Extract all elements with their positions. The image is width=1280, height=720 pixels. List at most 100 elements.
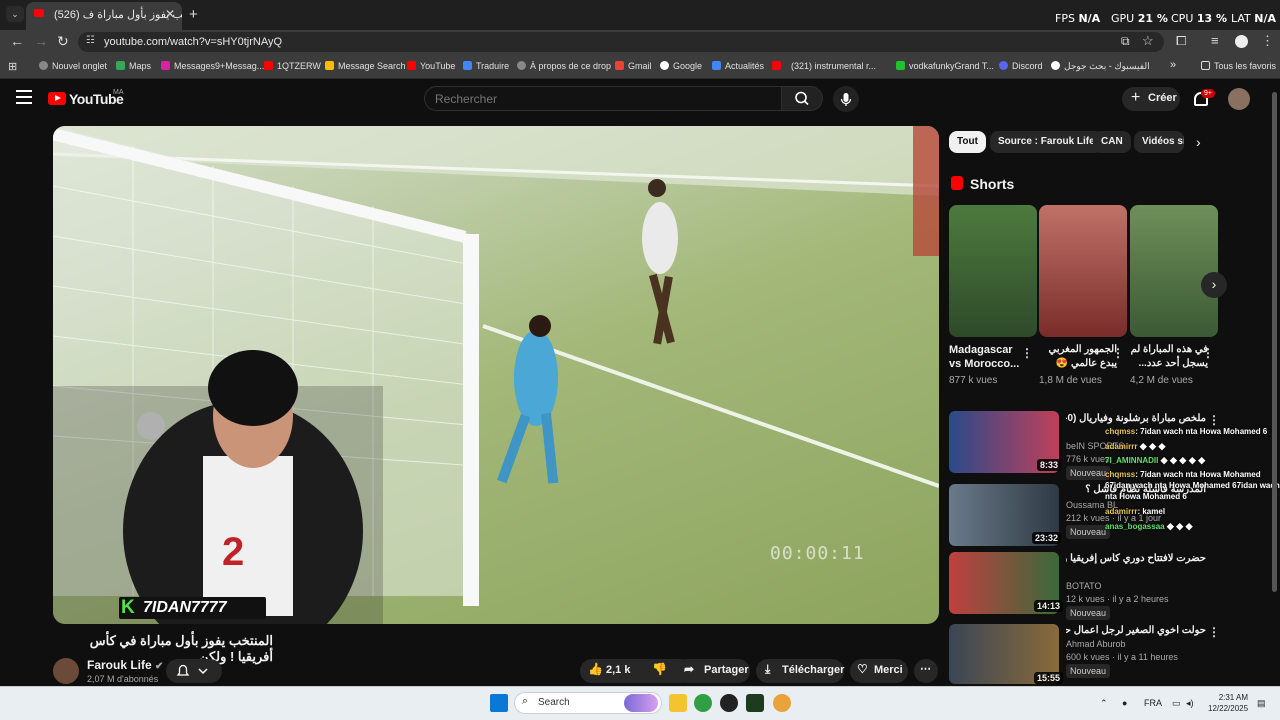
more-actions-button[interactable]: ⋯	[914, 659, 938, 683]
volume-icon[interactable]: ◂)	[1186, 698, 1194, 709]
page-scrollbar[interactable]	[1272, 92, 1277, 592]
thumbs-down-icon[interactable]: 👎	[652, 662, 667, 676]
bookmark-1qtzerw[interactable]: 1QTZERW	[264, 61, 321, 71]
bookmark-traduire[interactable]: Traduire	[463, 61, 509, 71]
bookmark-facebook-search[interactable]: الفيسبوك - بحث جوجل	[1051, 61, 1150, 72]
chip-similar[interactable]: Vidéos si	[1134, 131, 1184, 153]
bookmarks-more-icon[interactable]: »	[1170, 59, 1176, 71]
bookmark-instrumental[interactable]: (321) instrumental r...	[772, 61, 876, 71]
forward-icon[interactable]: →	[34, 33, 48, 49]
subscription-bell-button[interactable]	[166, 659, 222, 683]
download-button[interactable]: ⤓ Télécharger	[756, 659, 844, 683]
chat-user: 7I_AMINNADII	[1105, 456, 1159, 465]
system-clock[interactable]: 2:31 AM 12/22/2025	[1208, 692, 1248, 714]
language-indicator[interactable]: FRA	[1144, 698, 1162, 708]
chat-user: anas_bogassaa	[1105, 522, 1165, 531]
bookmark-message-search[interactable]: Message Search	[325, 61, 406, 71]
streaming-app-icon[interactable]	[746, 694, 764, 712]
youtube-logo-icon[interactable]	[48, 92, 66, 105]
guide-menu-icon[interactable]	[16, 90, 32, 104]
short-views: 4,2 M de vues	[1130, 375, 1193, 386]
short-menu-icon[interactable]: ⋮	[1202, 346, 1214, 360]
obs-icon[interactable]	[720, 694, 738, 712]
back-icon[interactable]: ←	[10, 33, 24, 49]
voice-search-button[interactable]	[833, 86, 859, 112]
new-tab-button[interactable]: +	[189, 6, 198, 23]
related-video-title[interactable]: حضرت لافتتاح دوري كأس إفريقيا وتفاجئت مع…	[1066, 553, 1206, 564]
related-video-title[interactable]: حولت اخوي الصغير لرجل اعمال حقيقي	[1066, 625, 1206, 636]
tab-search-button[interactable]: ⌄	[6, 6, 24, 22]
reload-icon[interactable]: ↻	[57, 33, 69, 50]
bookmark-label: YouTube	[420, 61, 456, 71]
chat-message: 7I_AMINNADII ◆ ◆ ◆ ◆ ◆	[1105, 455, 1205, 466]
site-info-icon[interactable]: ☷	[86, 35, 95, 46]
windows-start-icon[interactable]	[490, 694, 508, 712]
channel-avatar[interactable]	[53, 658, 79, 684]
perf-fps: FPS N/A	[1055, 12, 1100, 25]
bookmark-apropos[interactable]: À propos de ce drop	[517, 61, 611, 71]
url-text[interactable]: youtube.com/watch?v=sHY0tjrNAyQ	[104, 36, 282, 48]
install-icon[interactable]: ⧉	[1121, 34, 1130, 49]
profile-icon[interactable]	[1235, 35, 1248, 48]
chat-emote-icon: ◆ ◆ ◆ ◆ ◆	[1160, 455, 1206, 465]
chip-all[interactable]: Tout	[949, 131, 986, 153]
channel-name[interactable]: Farouk Life ✔	[87, 658, 163, 672]
shorts-next-button[interactable]: ›	[1201, 272, 1227, 298]
bookmark-new-tab[interactable]: Nouvel onglet	[39, 61, 107, 71]
short-menu-icon[interactable]: ⋮	[1021, 346, 1033, 360]
chrome-window-icon[interactable]	[773, 694, 791, 712]
network-icon[interactable]: ▭	[1172, 698, 1181, 709]
bookmark-google[interactable]: Google	[660, 61, 702, 71]
related-channel[interactable]: Ahmad Aburob	[1066, 639, 1126, 649]
notifications-icon[interactable]: ▤	[1257, 698, 1266, 709]
bookmark-messages[interactable]: Messages9+Messag...	[161, 61, 264, 71]
short-thumbnail[interactable]	[949, 205, 1037, 337]
bookmark-maps[interactable]: Maps	[116, 61, 151, 71]
short-menu-icon[interactable]: ⋮	[1112, 346, 1124, 360]
short-thumbnail[interactable]	[1130, 205, 1218, 337]
related-menu-icon[interactable]: ⋮	[1208, 413, 1220, 427]
account-avatar[interactable]	[1228, 88, 1250, 110]
channel-name-text: Farouk Life	[87, 658, 152, 672]
microphone-icon	[840, 93, 852, 106]
browser-menu-icon[interactable]: ⋮	[1261, 33, 1274, 49]
bookmark-star-icon[interactable]: ☆	[1142, 33, 1154, 49]
related-video-title[interactable]: ملخص مباراة برشلونة وفياريال (0-2) | الج…	[1066, 413, 1206, 424]
youtube-favicon-icon	[34, 9, 44, 17]
bookmark-actualites[interactable]: Actualités	[712, 61, 764, 71]
chat-user: chqmss	[1105, 470, 1136, 479]
short-title[interactable]: Madagascar vs Morocco...	[949, 343, 1027, 371]
fps-value: N/A	[1078, 12, 1101, 25]
bookmark-label: (321) instrumental r...	[791, 61, 877, 71]
show-hidden-icons[interactable]: ⌃	[1100, 698, 1108, 709]
media-control-icon[interactable]: ≡	[1211, 33, 1219, 48]
search-highlight-icon[interactable]	[624, 694, 658, 712]
microphone-tray-icon[interactable]: ●	[1122, 698, 1127, 708]
related-menu-icon[interactable]: ⋮	[1208, 625, 1220, 639]
share-button[interactable]: ➦ Partager	[676, 659, 750, 683]
chip-can[interactable]: CAN	[1093, 131, 1131, 153]
gpu-value: 21 %	[1137, 12, 1168, 25]
bookmark-vodkafunky[interactable]: vodkafunkyGrand T...	[896, 61, 994, 71]
apps-grid-icon[interactable]: ⊞	[8, 60, 17, 73]
thanks-button[interactable]: ♡ Merci	[850, 659, 908, 683]
search-button[interactable]	[781, 86, 823, 111]
close-tab-icon[interactable]: ✕	[165, 7, 175, 21]
bookmark-youtube[interactable]: YouTube	[407, 61, 455, 71]
related-channel[interactable]: BOTATO	[1066, 581, 1102, 591]
video-timecode-overlay: 00:00:11	[770, 543, 865, 564]
bookmark-discord[interactable]: Discord	[999, 61, 1043, 71]
search-input[interactable]	[424, 86, 782, 111]
chevron-right-icon[interactable]: ›	[1196, 134, 1201, 150]
chip-source[interactable]: Source : Farouk Life	[990, 131, 1103, 153]
browser-tab-active[interactable]: المنتخب يفوز بأول مباراة ف (526)	[26, 2, 182, 30]
chat-user: adamirrr	[1105, 442, 1138, 451]
short-title[interactable]: في هذه المباراة لم يسجل أحد عدد...	[1130, 343, 1208, 371]
short-title[interactable]: الجمهور المغربي يبدع عالمي 😍	[1039, 343, 1117, 371]
bookmark-all-favorites[interactable]: Tous les favoris	[1201, 61, 1276, 71]
chrome-icon[interactable]	[694, 694, 712, 712]
bookmark-gmail[interactable]: Gmail	[615, 61, 652, 71]
extensions-icon[interactable]: ⧠	[1176, 33, 1186, 49]
file-explorer-icon[interactable]	[669, 694, 687, 712]
short-thumbnail[interactable]	[1039, 205, 1127, 337]
